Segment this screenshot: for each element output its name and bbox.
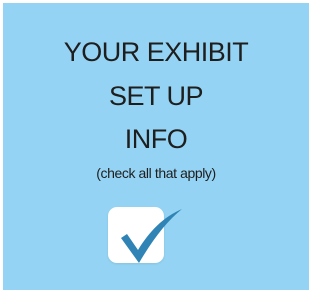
card-title-line-3: INFO	[124, 124, 188, 154]
card-subtitle: (check all that apply)	[96, 165, 216, 181]
card-title-line-1: YOUR EXHIBIT	[63, 37, 249, 67]
setup-checkbox[interactable]	[108, 207, 164, 263]
card-title-line-2: SET UP	[108, 81, 204, 111]
exhibit-setup-card: YOUR EXHIBIT SET UP INFO (check all that…	[3, 3, 309, 290]
